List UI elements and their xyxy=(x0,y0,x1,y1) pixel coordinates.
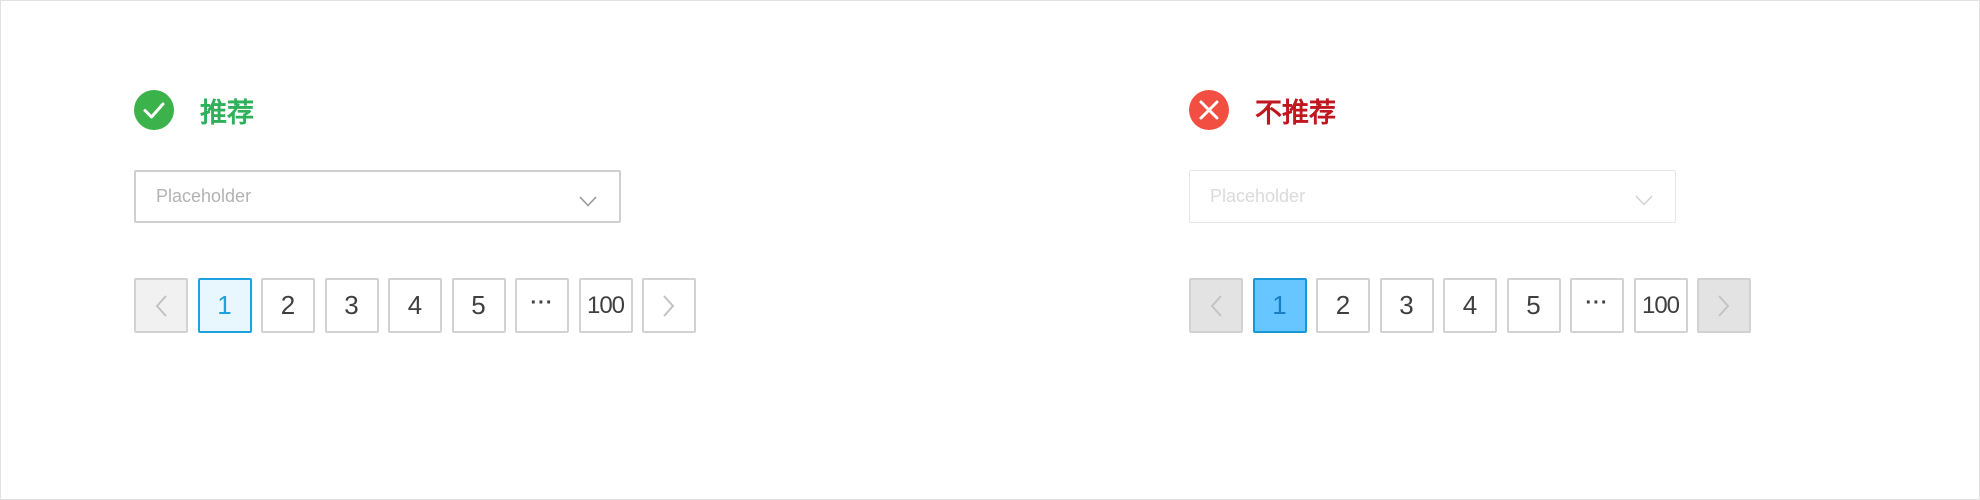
comparison-canvas: 推荐 Placeholder 1 2 3 4 5 ··· 100 不推荐 Pla… xyxy=(0,0,1980,500)
prev-page-button[interactable] xyxy=(134,278,188,333)
page-button[interactable]: 2 xyxy=(261,278,315,333)
page-ellipsis[interactable]: ··· xyxy=(515,278,569,333)
select-placeholder: Placeholder xyxy=(1210,186,1306,206)
chevron-left-icon xyxy=(154,294,168,318)
chevron-down-icon xyxy=(579,191,597,212)
not-recommended-panel: 不推荐 Placeholder 1 2 3 4 5 ··· 100 xyxy=(1189,89,1751,333)
page-button[interactable]: 5 xyxy=(1506,278,1561,333)
close-circle-icon xyxy=(1189,90,1229,130)
page-button[interactable]: 3 xyxy=(324,278,379,333)
chevron-right-icon xyxy=(662,294,676,318)
select-dropdown[interactable]: Placeholder xyxy=(134,170,621,223)
page-button[interactable]: 5 xyxy=(451,278,506,333)
page-button[interactable]: 4 xyxy=(388,278,442,333)
chevron-left-icon xyxy=(1209,294,1223,318)
pagination: 1 2 3 4 5 ··· 100 xyxy=(134,278,706,333)
pagination: 1 2 3 4 5 ··· 100 xyxy=(1189,278,1761,333)
page-button-current[interactable]: 1 xyxy=(197,278,252,333)
check-circle-icon xyxy=(134,90,174,130)
not-recommended-heading: 不推荐 xyxy=(1189,89,1336,131)
not-recommended-title: 不推荐 xyxy=(1255,97,1336,129)
chevron-down-icon xyxy=(1635,190,1653,211)
recommended-heading: 推荐 xyxy=(134,89,254,131)
page-ellipsis[interactable]: ··· xyxy=(1570,278,1624,333)
page-button-last[interactable]: 100 xyxy=(1633,278,1688,333)
page-button[interactable]: 3 xyxy=(1379,278,1434,333)
chevron-right-icon xyxy=(1717,294,1731,318)
select-dropdown[interactable]: Placeholder xyxy=(1189,170,1676,223)
next-page-button[interactable] xyxy=(642,278,696,333)
page-button-last[interactable]: 100 xyxy=(578,278,633,333)
next-page-button[interactable] xyxy=(1697,278,1751,333)
page-button[interactable]: 2 xyxy=(1316,278,1370,333)
page-button-current[interactable]: 1 xyxy=(1252,278,1307,333)
prev-page-button[interactable] xyxy=(1189,278,1243,333)
recommended-title: 推荐 xyxy=(200,97,254,129)
select-placeholder: Placeholder xyxy=(156,186,252,206)
page-button[interactable]: 4 xyxy=(1443,278,1497,333)
recommended-panel: 推荐 Placeholder 1 2 3 4 5 ··· 100 xyxy=(134,89,696,333)
